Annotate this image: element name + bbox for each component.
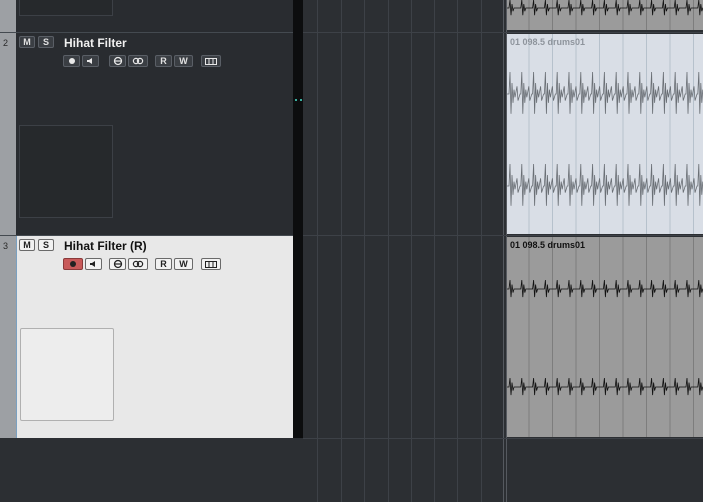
speaker-icon <box>89 261 95 267</box>
mute-button[interactable]: M <box>19 36 35 48</box>
link-button[interactable] <box>128 55 148 67</box>
write-automation-button[interactable]: W <box>174 258 193 270</box>
track-list-scrollbar[interactable] <box>293 0 303 438</box>
track-lane-box <box>19 0 113 16</box>
waveform <box>507 0 703 30</box>
solo-button[interactable]: S <box>38 239 54 251</box>
grid-line <box>303 32 703 33</box>
edit-button[interactable] <box>109 258 126 270</box>
speaker-icon <box>86 58 92 64</box>
grid-line <box>411 0 412 502</box>
lanes-icon <box>205 260 217 268</box>
grid-line <box>364 0 365 502</box>
chain-link-icon <box>132 57 144 65</box>
waveform <box>507 237 703 437</box>
waveform <box>507 34 703 234</box>
clip-label: 01 098.5 drums01 <box>510 240 586 250</box>
chain-link-icon <box>132 260 144 268</box>
clip-label: 01 098.5 drums01 <box>510 37 586 47</box>
lanes-button[interactable] <box>201 258 221 270</box>
mute-button[interactable]: M <box>19 239 35 251</box>
empty-track-area <box>0 438 303 502</box>
track-number: 3 <box>3 241 9 251</box>
grid-line <box>317 0 318 502</box>
edit-channel-icon <box>113 259 122 269</box>
grid-line <box>388 0 389 502</box>
track-inspector-box <box>19 125 113 218</box>
solo-button[interactable]: S <box>38 36 54 48</box>
record-enable-button[interactable] <box>63 258 83 270</box>
scroll-marker <box>295 99 302 103</box>
grid-line <box>457 0 458 502</box>
edit-button[interactable] <box>109 55 126 67</box>
track-header-hihat-filter-r[interactable]: M S Hihat Filter (R) R W <box>16 236 293 438</box>
lanes-button[interactable] <box>201 55 221 67</box>
audio-clip[interactable]: 01 098.5 drums01 <box>507 237 703 437</box>
lanes-icon <box>205 57 217 65</box>
track-header-previous[interactable] <box>16 0 293 32</box>
record-icon <box>68 58 75 64</box>
monitor-button[interactable] <box>82 55 99 67</box>
grid-line <box>481 0 482 502</box>
track-name[interactable]: Hihat Filter (R) <box>64 239 147 253</box>
audio-clip[interactable]: 01 098.5 drums01 <box>507 34 703 234</box>
write-automation-button[interactable]: W <box>174 55 193 67</box>
grid-line <box>303 235 703 236</box>
grid-line <box>503 0 504 502</box>
audio-clip-previous[interactable] <box>507 0 703 30</box>
track-name[interactable]: Hihat Filter <box>64 36 127 50</box>
track-inspector-box <box>20 328 114 421</box>
monitor-button[interactable] <box>85 258 102 270</box>
edit-channel-icon <box>113 56 122 66</box>
track-number: 2 <box>3 38 9 48</box>
link-button[interactable] <box>128 258 148 270</box>
grid-line <box>434 0 435 502</box>
record-enable-button[interactable] <box>63 55 80 67</box>
track-number-column: 2 3 <box>0 0 16 438</box>
grid-line <box>303 438 703 439</box>
record-icon <box>70 261 76 267</box>
grid-line <box>341 0 342 502</box>
track-header-hihat-filter[interactable]: M S Hihat Filter R W <box>16 33 293 235</box>
read-automation-button[interactable]: R <box>155 55 172 67</box>
read-automation-button[interactable]: R <box>155 258 172 270</box>
